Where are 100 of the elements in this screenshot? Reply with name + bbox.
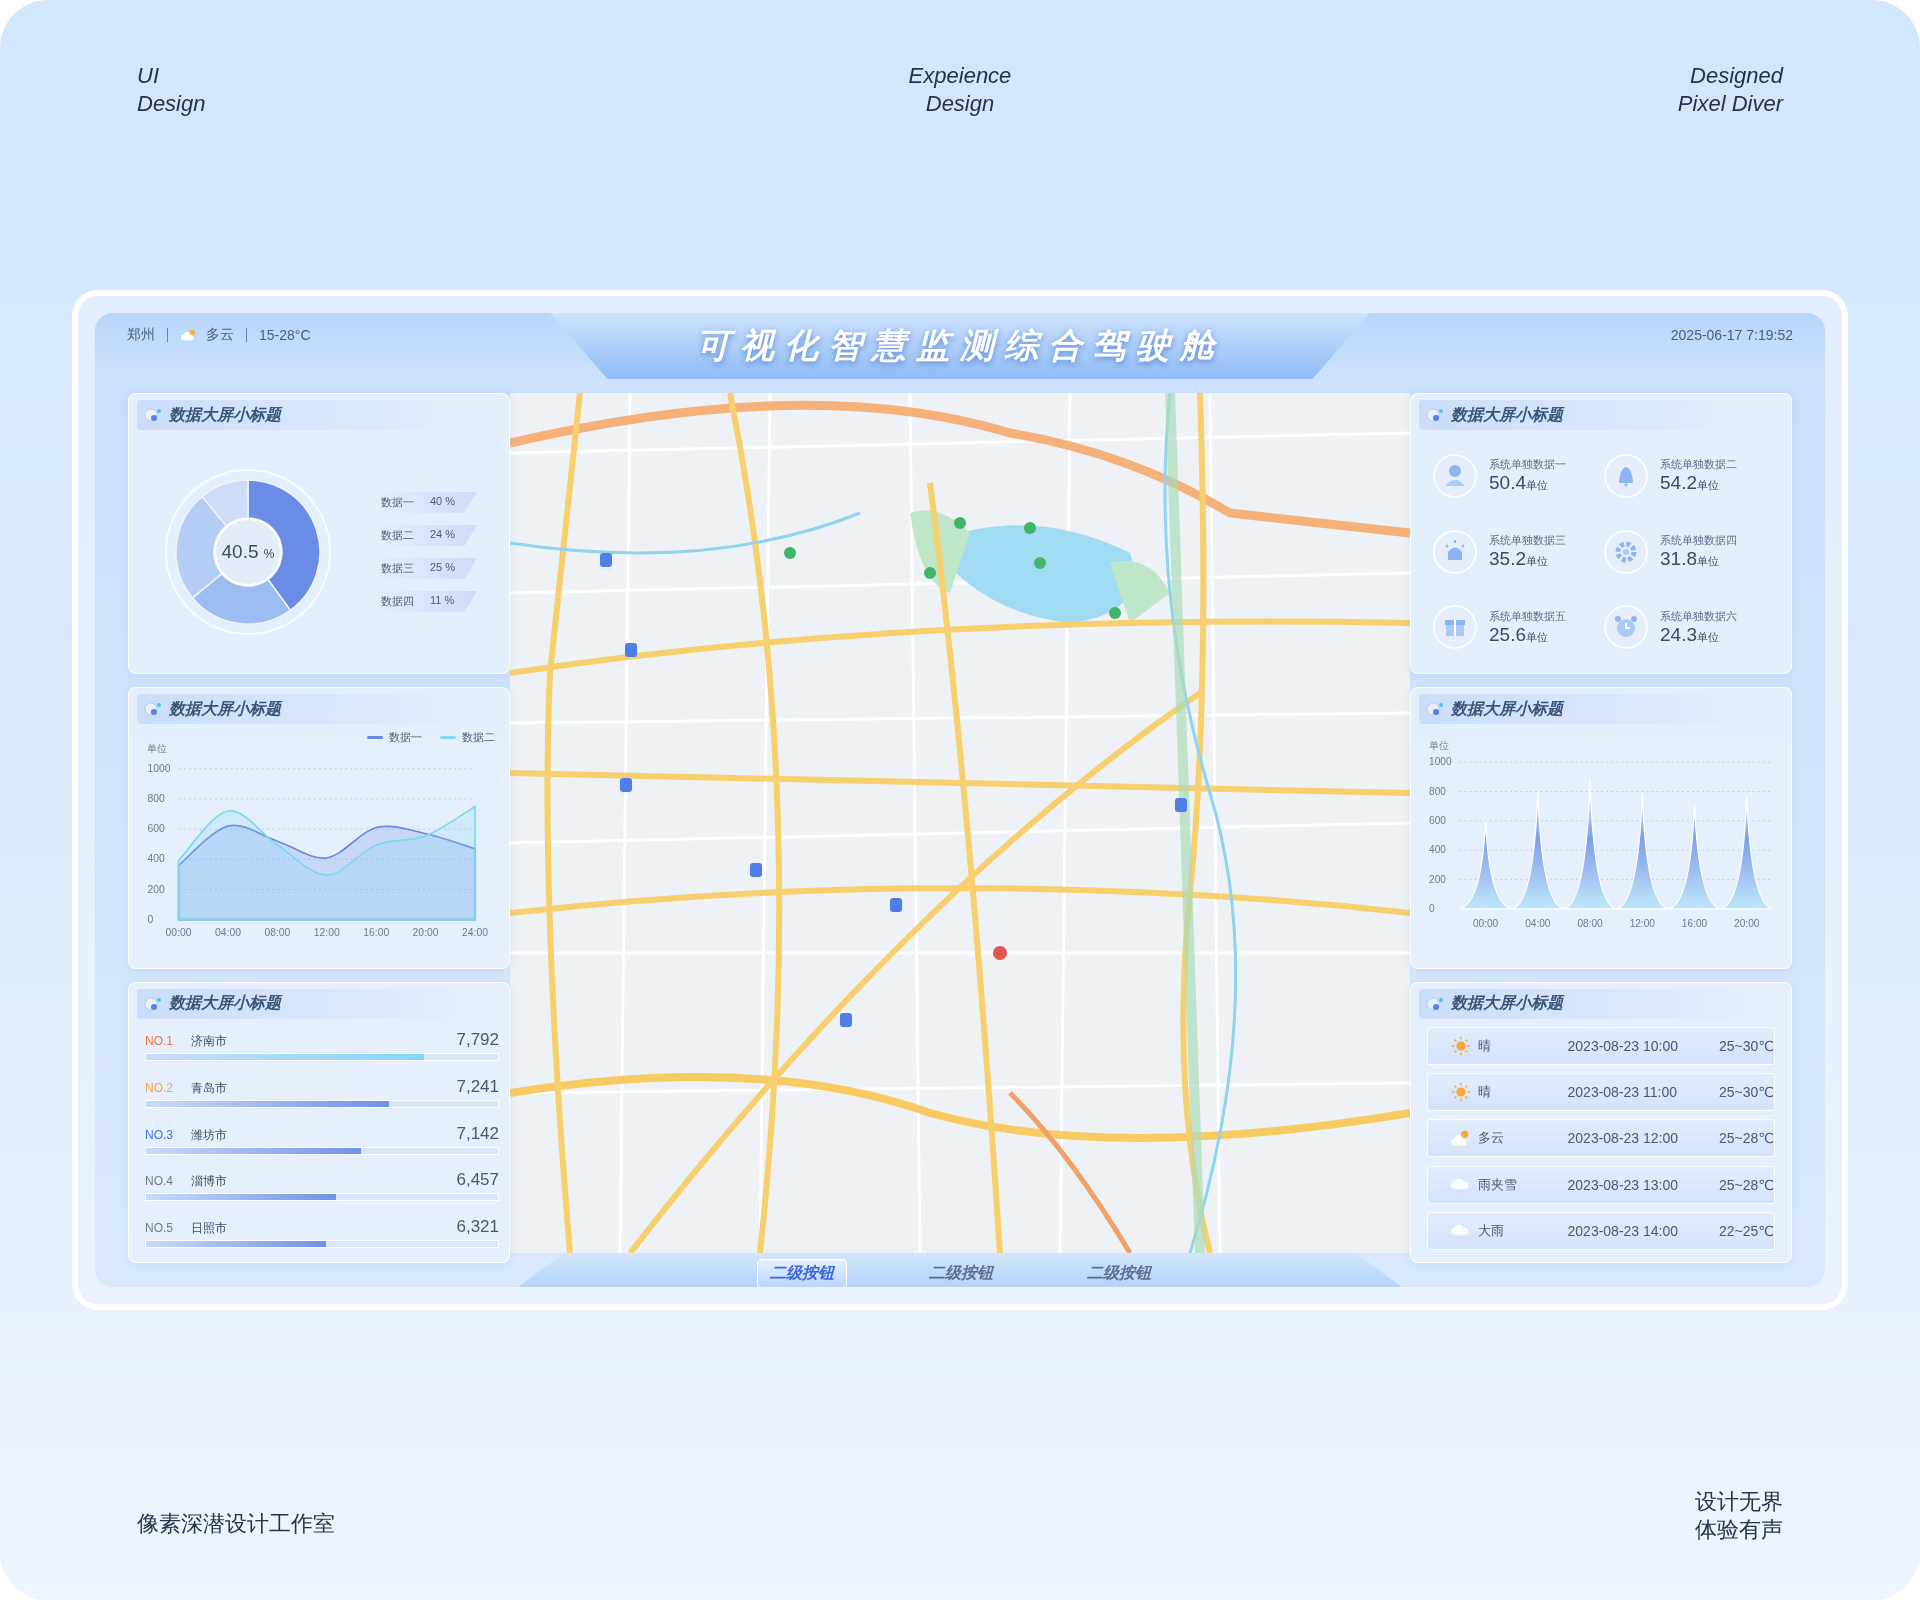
temperature-range: 25~28℃ — [1718, 1130, 1774, 1147]
weather-condition: 雨夹雪 — [1477, 1175, 1518, 1194]
stat-label: 系统单独数据六 — [1660, 608, 1737, 624]
studio-name: 像素深潜设计工作室 — [137, 1510, 335, 1538]
bell-icon — [1604, 453, 1648, 498]
gift-icon — [1433, 605, 1477, 650]
panel-title: 数据大屏小标题 — [169, 698, 281, 719]
axis-tick-label: 08:00 — [1577, 918, 1603, 930]
rank-value: 7,142 — [456, 1123, 499, 1144]
axis-tick-label: 08:00 — [264, 927, 291, 939]
bubble-dots-icon — [1425, 995, 1445, 1012]
axis-tick-label: 12:00 — [1629, 918, 1655, 930]
gear-icon — [1604, 529, 1648, 574]
forecast-time: 2023-08-23 14:00 — [1567, 1222, 1680, 1239]
axis-tick-label: 800 — [1429, 785, 1446, 797]
forecast-time: 2023-08-23 10:00 — [1567, 1037, 1680, 1054]
axis-tick-label: 600 — [147, 823, 165, 835]
secondary-tab[interactable]: 二级按钮 — [1075, 1259, 1163, 1287]
corner-caption: Designed Pixel Diver — [1676, 62, 1783, 118]
stat-label: 系统单独数据四 — [1660, 533, 1737, 549]
weather-label: 多云 — [206, 326, 234, 344]
secondary-tab[interactable]: 二级按钮 — [917, 1259, 1005, 1287]
legend-value: 25 % — [430, 560, 456, 575]
city-name: 潍坊市 — [191, 1126, 228, 1144]
alarm-light-icon — [1433, 529, 1477, 574]
axis-tick-label: 16:00 — [1681, 918, 1708, 930]
axis-tick-label: 00:00 — [165, 927, 192, 939]
axis-tick-label: 20:00 — [412, 927, 439, 939]
axis-tick-label: 400 — [1429, 844, 1446, 856]
axis-tick-label: 200 — [1429, 873, 1446, 885]
rank-value: 7,792 — [456, 1030, 499, 1051]
axis-tick-label: 0 — [147, 914, 154, 926]
center-value: 40.5 % — [221, 540, 275, 563]
rank-value: 6,457 — [456, 1170, 499, 1191]
legend-label: 数据四 — [381, 593, 414, 609]
city-name: 青岛市 — [191, 1080, 228, 1098]
bubble-dots-icon — [143, 407, 163, 423]
legend-value: 24 % — [430, 527, 456, 542]
weather-condition: 多云 — [1477, 1129, 1505, 1148]
legend-label: 数据一 — [381, 494, 414, 510]
panel-title: 数据大屏小标题 — [1451, 698, 1563, 719]
legend-value: 11 % — [430, 593, 455, 608]
corner-caption: UI Design — [137, 62, 207, 118]
corner-caption: Expeience Design — [907, 62, 1013, 118]
axis-tick-label: 400 — [147, 853, 165, 865]
forecast-time: 2023-08-23 13:00 — [1567, 1176, 1680, 1193]
rank-number: NO.4 — [145, 1174, 174, 1189]
city-name: 淄博市 — [191, 1173, 228, 1191]
rank-number: NO.3 — [145, 1127, 174, 1142]
stat-label: 系统单独数据三 — [1489, 533, 1566, 549]
rank-value: 6,321 — [456, 1217, 499, 1238]
temperature-label: 15-28°C — [259, 327, 311, 343]
city-label: 郑州 — [127, 326, 155, 344]
stat-label: 系统单独数据五 — [1489, 608, 1566, 624]
axis-label: 单位 — [147, 743, 168, 755]
city-name: 日照市 — [191, 1220, 228, 1238]
axis-tick-label: 12:00 — [313, 927, 340, 939]
axis-tick-label: 20:00 — [1734, 918, 1760, 930]
bubble-dots-icon — [1425, 701, 1445, 718]
temperature-range: 22~25℃ — [1718, 1222, 1774, 1239]
datetime-label: 2025-06-17 7:19:52 — [1670, 326, 1793, 345]
axis-tick-label: 0 — [1429, 903, 1435, 915]
weather-condition: 大雨 — [1477, 1221, 1505, 1240]
bubble-dots-icon — [1425, 407, 1445, 423]
axis-tick-label: 04:00 — [215, 927, 241, 939]
axis-tick-label: 00:00 — [1472, 918, 1499, 930]
slogan-line: 体验有声 — [1695, 1516, 1783, 1544]
person-icon — [1433, 453, 1477, 498]
legend-label: 数据二 — [462, 730, 495, 746]
temperature-range: 25~28℃ — [1718, 1176, 1774, 1193]
temperature-range: 25~30℃ — [1718, 1037, 1774, 1054]
stat-value: 25.6单位 — [1489, 623, 1549, 646]
stat-label: 系统单独数据二 — [1660, 457, 1737, 473]
panel-title: 数据大屏小标题 — [169, 993, 281, 1014]
sun-icon — [1450, 1034, 1472, 1057]
weather-condition: 晴 — [1477, 1036, 1492, 1055]
alarm-clock-icon — [1604, 605, 1648, 650]
stat-value: 31.8单位 — [1660, 548, 1720, 571]
forecast-time: 2023-08-23 11:00 — [1567, 1084, 1679, 1101]
cloud-sun-icon — [180, 328, 198, 342]
rank-number: NO.1 — [145, 1034, 174, 1049]
axis-tick-label: 600 — [1429, 815, 1446, 827]
stat-value: 35.2单位 — [1489, 548, 1549, 571]
bubble-dots-icon — [143, 995, 163, 1012]
secondary-tab[interactable]: 二级按钮 — [757, 1258, 847, 1287]
forecast-time: 2023-08-23 12:00 — [1567, 1130, 1680, 1147]
legend-label: 数据三 — [381, 560, 414, 576]
legend-label: 数据二 — [381, 527, 414, 543]
legend-value: 40 % — [430, 494, 456, 509]
rank-number: NO.5 — [145, 1221, 174, 1236]
stat-label: 系统单独数据一 — [1489, 457, 1566, 473]
panel-title: 数据大屏小标题 — [1451, 993, 1563, 1014]
axis-tick-label: 1000 — [1429, 756, 1452, 768]
dashboard-title: 可视化智慧监测综合驾驶舱 — [550, 313, 1370, 379]
bubble-dots-icon — [143, 701, 163, 718]
rank-value: 7,241 — [456, 1077, 499, 1098]
axis-tick-label: 16:00 — [363, 927, 390, 939]
stat-value: 24.3单位 — [1660, 623, 1720, 646]
city-name: 济南市 — [191, 1033, 228, 1051]
axis-tick-label: 800 — [147, 793, 165, 805]
